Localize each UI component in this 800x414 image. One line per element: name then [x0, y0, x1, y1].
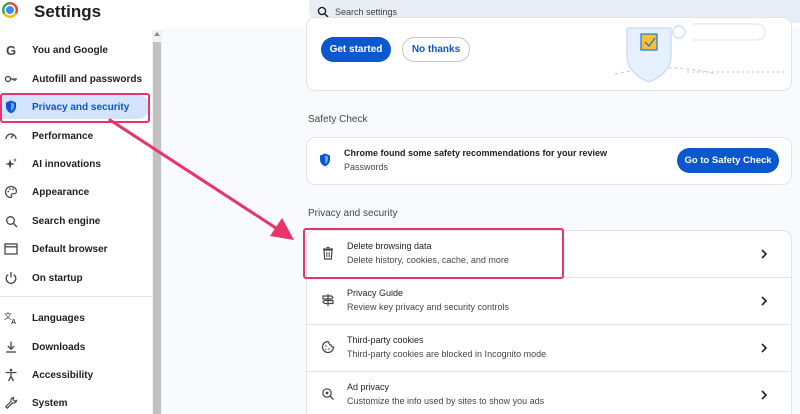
search-input[interactable] [335, 6, 735, 17]
safety-check-heading: Safety Check [308, 114, 368, 125]
row-subtitle: Customize the info used by sites to show… [347, 396, 545, 406]
page-title: Settings [34, 2, 102, 21]
privacy-heading: Privacy and security [308, 208, 398, 219]
get-started-button[interactable]: Get started [321, 37, 391, 62]
sidebar-item-label: Autofill and passwords [32, 73, 143, 85]
search-icon [317, 6, 329, 18]
go-to-safety-check-button[interactable]: Go to Safety Check [677, 148, 779, 173]
sidebar: G You and Google Autofill and passwords … [0, 30, 152, 414]
sidebar-item-label: Downloads [32, 341, 86, 353]
sidebar-item-search-engine[interactable]: Search engine [0, 209, 150, 233]
sidebar-item-you-and-google[interactable]: G You and Google [0, 38, 150, 62]
speedometer-icon [4, 129, 18, 143]
sidebar-item-label: Appearance [32, 186, 90, 198]
sidebar-item-label: System [32, 397, 68, 409]
sidebar-item-label: Default browser [32, 243, 108, 255]
sidebar-scroll-thumb[interactable] [153, 42, 161, 414]
sidebar-item-label: Accessibility [32, 369, 94, 381]
accessibility-icon [4, 368, 18, 382]
sidebar-item-label: AI innovations [32, 158, 101, 170]
safety-check-sub: Passwords [344, 162, 389, 172]
translate-icon: 文A [4, 311, 18, 325]
ad-privacy-icon [322, 388, 334, 400]
sidebar-item-appearance[interactable]: Appearance [0, 180, 150, 204]
chevron-right-icon [761, 296, 768, 306]
main-content: Get started No thanks Safety Check Chrom… [162, 18, 800, 414]
sidebar-item-default-browser[interactable]: Default browser [0, 237, 150, 261]
row-title: Privacy Guide [347, 288, 404, 298]
sparkle-icon [4, 157, 18, 171]
row-subtitle: Review key privacy and security controls [347, 302, 510, 312]
sidebar-item-autofill[interactable]: Autofill and passwords [0, 67, 150, 91]
search-icon [4, 214, 18, 228]
power-icon [4, 271, 18, 285]
ad-privacy-row[interactable]: Ad privacy Customize the info used by si… [307, 372, 791, 414]
key-icon [4, 72, 18, 86]
signpost-icon [322, 294, 334, 306]
svg-text:A: A [11, 319, 16, 325]
sidebar-highlight-box [0, 93, 150, 123]
scroll-up-arrow-icon[interactable] [154, 32, 160, 36]
cookie-icon [321, 340, 335, 354]
palette-icon [4, 185, 18, 199]
row-title: Ad privacy [347, 382, 390, 392]
safety-illustration-icon [614, 23, 787, 83]
sidebar-item-downloads[interactable]: Downloads [0, 335, 150, 359]
sidebar-item-languages[interactable]: 文A Languages [0, 306, 150, 330]
sidebar-item-label: You and Google [32, 44, 108, 56]
wrench-icon [4, 396, 18, 410]
row-subtitle: Third-party cookies are blocked in Incog… [347, 349, 547, 359]
sidebar-item-label: Performance [32, 130, 94, 142]
privacy-guide-row[interactable]: Privacy Guide Review key privacy and sec… [307, 278, 791, 324]
svg-text:G: G [6, 44, 16, 57]
sidebar-item-system[interactable]: System [0, 391, 150, 414]
sidebar-item-accessibility[interactable]: Accessibility [0, 363, 150, 387]
sidebar-item-label: Search engine [32, 215, 101, 227]
shield-icon [320, 153, 330, 167]
download-icon [4, 340, 18, 354]
google-g-icon: G [4, 43, 18, 57]
sidebar-item-on-startup[interactable]: On startup [0, 266, 150, 290]
safety-check-message: Chrome found some safety recommendations… [344, 148, 608, 158]
sidebar-divider [0, 296, 152, 297]
sidebar-item-performance[interactable]: Performance [0, 124, 150, 148]
row-title: Third-party cookies [347, 335, 424, 345]
promo-card: Get started No thanks [307, 18, 791, 90]
safety-check-card: Chrome found some safety recommendations… [307, 138, 791, 184]
third-party-cookies-row[interactable]: Third-party cookies Third-party cookies … [307, 325, 791, 371]
chevron-right-icon [761, 343, 768, 353]
chevron-right-icon [761, 249, 768, 259]
browser-window-icon [4, 242, 18, 256]
chevron-right-icon [761, 390, 768, 400]
sidebar-item-label: On startup [32, 272, 83, 284]
chrome-logo-icon [2, 2, 18, 18]
delete-browsing-highlight-box [303, 228, 564, 279]
sidebar-item-label: Languages [32, 312, 85, 324]
sidebar-item-ai-innovations[interactable]: AI innovations [0, 152, 150, 176]
no-thanks-button[interactable]: No thanks [402, 37, 470, 62]
